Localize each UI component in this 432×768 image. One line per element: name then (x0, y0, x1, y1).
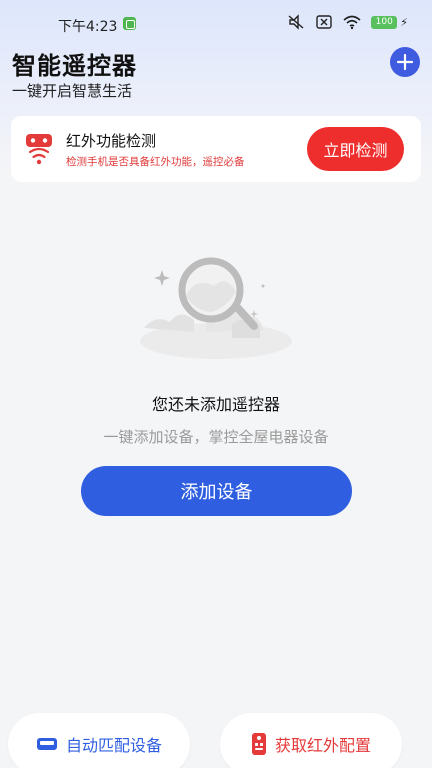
empty-state-title: 您还未添加遥控器 (151, 395, 280, 414)
device-icon (36, 738, 57, 750)
infrared-remote-icon (26, 134, 52, 165)
empty-search-illustration (140, 257, 292, 359)
remote-control-icon (251, 733, 266, 755)
page-title: 智能遥控器 (12, 52, 137, 80)
plus-icon (396, 53, 414, 71)
ir-detection-card: 红外功能检测 检测手机是否具备红外功能，遥控必备 立即检测 (11, 116, 421, 182)
page-subtitle: 一键开启智慧生活 (12, 82, 133, 100)
wifi-icon (343, 15, 361, 30)
detect-now-button[interactable]: 立即检测 (307, 127, 404, 171)
auto-match-device-button[interactable]: 自动匹配设备 (8, 713, 190, 768)
charging-icon: ⚡ (400, 15, 408, 29)
add-device-button[interactable]: 添加设备 (81, 466, 352, 516)
add-button[interactable] (390, 47, 420, 77)
empty-state-subtitle: 一键添加设备，掌控全屋电器设备 (103, 428, 329, 446)
mute-icon (288, 14, 304, 30)
get-ir-label: 获取红外配置 (274, 736, 371, 755)
screenshot-icon (316, 15, 332, 29)
ir-card-title: 红外功能检测 (66, 132, 157, 150)
status-icons: 100 ⚡ (287, 14, 408, 30)
ir-card-description: 检测手机是否具备红外功能，遥控必备 (66, 156, 245, 168)
battery-icon: 100 (371, 15, 398, 29)
status-time: 下午4:23 (58, 19, 118, 35)
get-ir-config-button[interactable]: 获取红外配置 (220, 713, 402, 768)
status-bar: 下午4:23 100 ⚡ (0, 0, 432, 48)
auto-match-label: 自动匹配设备 (65, 736, 162, 755)
app-notification-icon (123, 17, 136, 30)
